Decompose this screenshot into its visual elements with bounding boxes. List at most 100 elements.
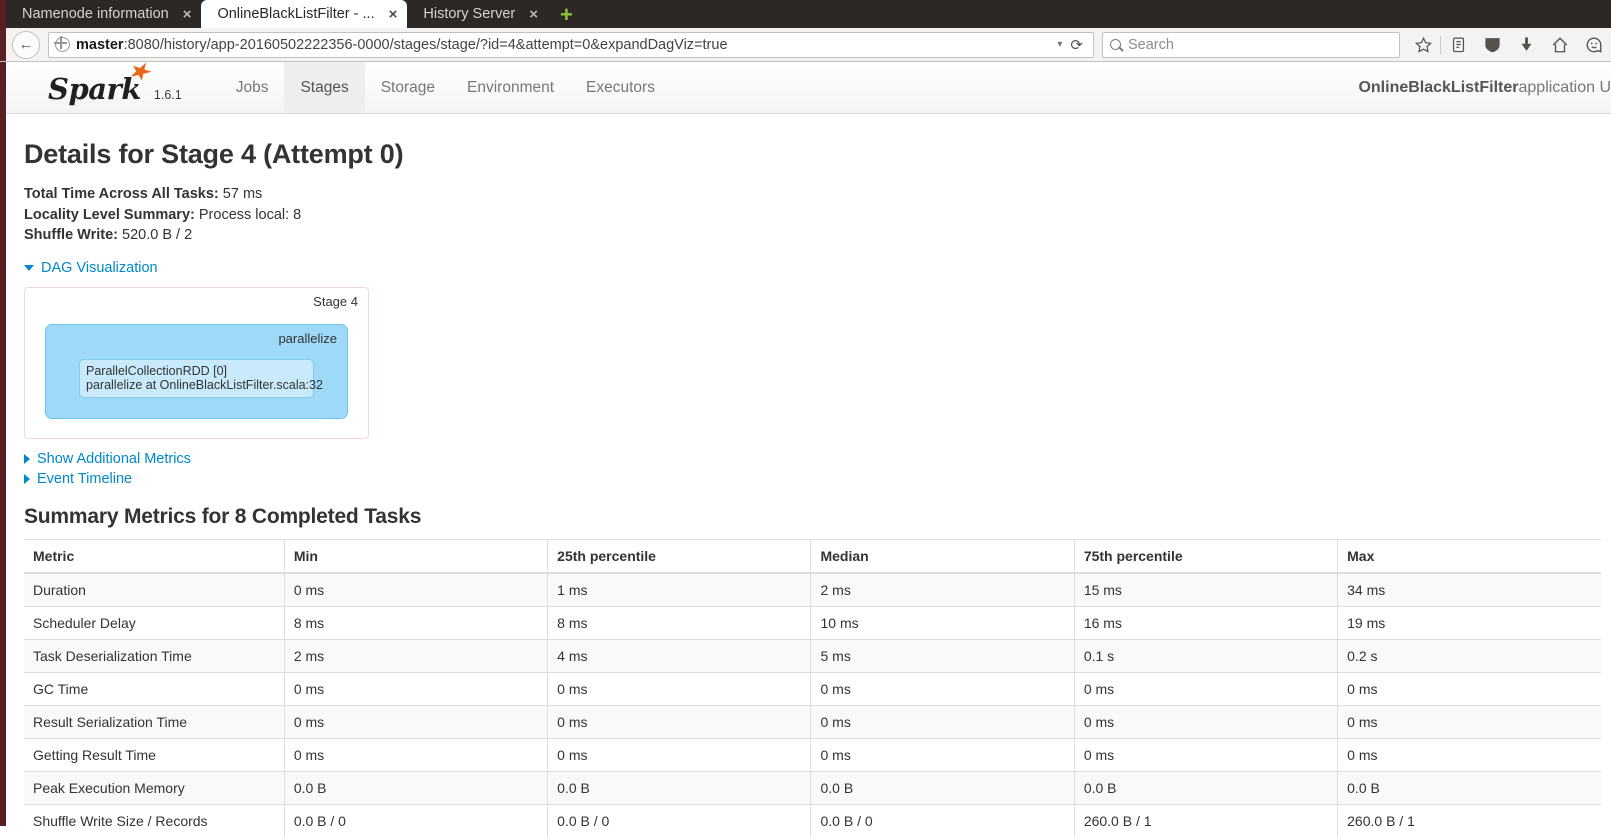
cell-median: 5 ms [811,639,1074,672]
table-row: Shuffle Write Size / Records 0.0 B / 0 0… [24,804,1601,837]
main-content: Details for Stage 4 (Attempt 0) Total Ti… [6,139,1611,837]
table-row: Scheduler Delay 8 ms 8 ms 10 ms 16 ms 19… [24,606,1601,639]
event-timeline-label: Event Timeline [37,471,132,487]
cell-max: 19 ms [1338,606,1601,639]
cell-max: 0 ms [1338,705,1601,738]
column-header-25th-percentile[interactable]: 25th percentile [548,539,811,573]
shield-icon[interactable] [1475,30,1509,60]
tab-title: OnlineBlackListFilter - ... [217,6,374,22]
cell-p25: 0.0 B / 0 [548,804,811,837]
globe-icon [55,37,70,52]
bookmark-star-icon[interactable] [1406,30,1440,60]
nav-item-executors[interactable]: Executors [570,62,671,113]
chevron-down-icon[interactable]: ▾ [1057,39,1062,50]
dag-visualization-toggle[interactable]: DAG Visualization [24,260,158,276]
column-header-max[interactable]: Max [1338,539,1601,573]
close-icon[interactable]: × [389,7,398,22]
cell-min: 0 ms [284,672,547,705]
column-header-75th-percentile[interactable]: 75th percentile [1074,539,1337,573]
cell-metric: Result Serialization Time [24,705,284,738]
cell-p75: 16 ms [1074,606,1337,639]
dag-node-line2: parallelize at OnlineBlackListFilter.sca… [86,378,307,392]
additional-metrics-toggle-row: Show Additional Metrics [24,451,1595,469]
cell-p75: 260.0 B / 1 [1074,804,1337,837]
cell-metric: Duration [24,573,284,607]
nav-item-jobs[interactable]: Jobs [220,62,285,113]
search-bar[interactable]: Search [1102,32,1400,58]
close-icon[interactable]: × [183,7,192,22]
cell-p25: 0 ms [548,705,811,738]
cell-median: 0.0 B [811,771,1074,804]
table-header: Metric Min 25th percentile Median 75th p… [24,539,1601,573]
close-icon[interactable]: × [529,7,538,22]
page-viewport: Spark ★ 1.6.1 Jobs Stages Storage Enviro… [0,62,1611,826]
summary-label: Shuffle Write: [24,227,118,243]
cell-p25: 1 ms [548,573,811,607]
cell-min: 0 ms [284,705,547,738]
dag-node-line1: ParallelCollectionRDD [0] [86,364,307,378]
cell-max: 260.0 B / 1 [1338,804,1601,837]
cell-min: 0.0 B [284,771,547,804]
nav-item-stages[interactable]: Stages [284,62,364,113]
new-tab-icon[interactable]: + [548,4,585,28]
application-title-suffix: application U [1519,79,1611,97]
downloads-icon[interactable] [1509,30,1543,60]
dag-visualization-panel[interactable]: Stage 4 parallelize ParallelCollectionRD… [24,287,369,439]
dag-stage-label: Stage 4 [313,294,358,309]
cell-p75: 0 ms [1074,738,1337,771]
cell-min: 0 ms [284,573,547,607]
summary-value: 57 ms [223,186,263,202]
dag-toggle-row: DAG Visualization [24,258,1595,276]
reload-icon[interactable]: ⟳ [1070,36,1083,54]
browser-tabstrip: Namenode information × OnlineBlackListFi… [0,0,1611,28]
cell-median: 2 ms [811,573,1074,607]
cell-max: 0 ms [1338,738,1601,771]
cell-median: 10 ms [811,606,1074,639]
browser-tab-onlineblacklistfilter[interactable]: OnlineBlackListFilter - ... × [201,0,407,28]
summary-locality-level: Locality Level Summary: Process local: 8 [24,205,1595,226]
spark-nav-links: Jobs Stages Storage Environment Executor… [220,62,671,113]
chevron-right-icon [24,474,30,484]
tab-title: Namenode information [22,6,169,22]
summary-label: Total Time Across All Tasks: [24,186,219,202]
column-header-metric[interactable]: Metric [24,539,284,573]
column-header-median[interactable]: Median [811,539,1074,573]
cell-max: 0.2 s [1338,639,1601,672]
summary-label: Locality Level Summary: [24,207,195,223]
spark-version: 1.6.1 [154,88,182,102]
nav-item-storage[interactable]: Storage [365,62,451,113]
dag-visualization-label: DAG Visualization [41,260,158,276]
sync-smiley-icon[interactable] [1577,30,1611,60]
back-icon[interactable]: ← [12,31,40,59]
window-edge-strip [0,62,6,826]
cell-metric: GC Time [24,672,284,705]
show-additional-metrics-label: Show Additional Metrics [37,451,191,467]
cell-metric: Peak Execution Memory [24,771,284,804]
dag-node-parallelcollectionrdd[interactable]: ParallelCollectionRDD [0] parallelize at… [79,359,314,398]
cell-median: 0.0 B / 0 [811,804,1074,837]
column-header-min[interactable]: Min [284,539,547,573]
cell-min: 2 ms [284,639,547,672]
browser-tab-history-server[interactable]: History Server × [407,0,548,28]
reading-list-icon[interactable] [1441,30,1475,60]
show-additional-metrics-toggle[interactable]: Show Additional Metrics [24,451,191,467]
page-title: Details for Stage 4 (Attempt 0) [24,139,1595,170]
url-bar[interactable]: master:8080/history/app-20160502222356-0… [48,32,1094,58]
cell-min: 8 ms [284,606,547,639]
browser-chrome: Namenode information × OnlineBlackListFi… [0,0,1611,62]
cell-p25: 0 ms [548,672,811,705]
event-timeline-toggle[interactable]: Event Timeline [24,471,132,487]
browser-navbar: ← master:8080/history/app-20160502222356… [0,28,1611,62]
table-row: Result Serialization Time 0 ms 0 ms 0 ms… [24,705,1601,738]
star-icon: ★ [126,58,151,85]
search-input[interactable]: Search [1128,37,1174,53]
cell-p75: 0 ms [1074,672,1337,705]
browser-tab-namenode-information[interactable]: Namenode information × [6,0,201,28]
dag-cluster-parallelize[interactable]: parallelize ParallelCollectionRDD [0] pa… [45,324,348,419]
nav-item-environment[interactable]: Environment [451,62,570,113]
cell-metric: Shuffle Write Size / Records [24,804,284,837]
chevron-down-icon [24,265,34,271]
spark-brand[interactable]: Spark ★ 1.6.1 [6,62,182,113]
home-icon[interactable] [1543,30,1577,60]
cell-median: 0 ms [811,705,1074,738]
